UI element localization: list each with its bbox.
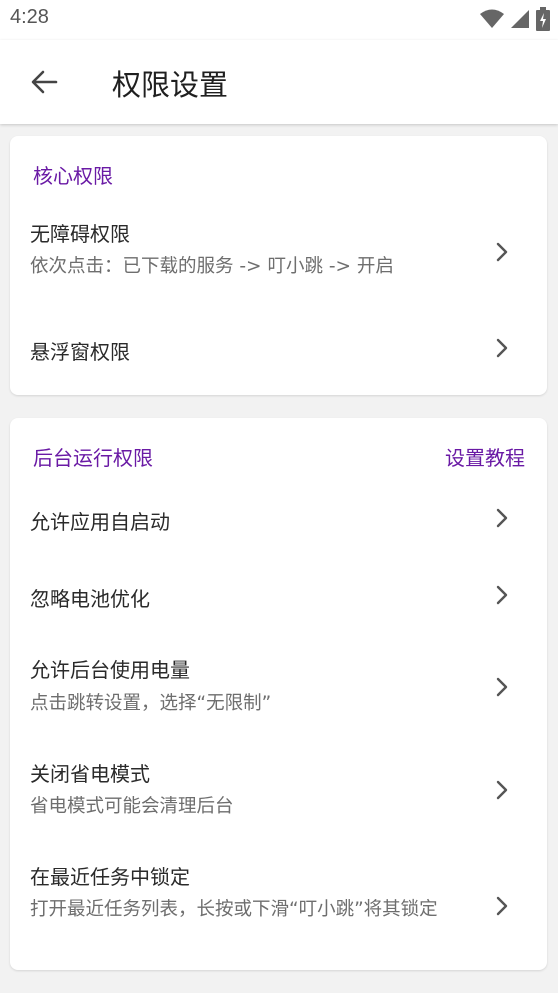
wifi-icon — [480, 9, 504, 28]
row-subtitle: 打开最近任务列表，长按或下滑“叮小跳”将其锁定 — [30, 899, 438, 920]
row-subtitle: 依次点击：已下载的服务 -> 叮小跳 -> 开启 — [30, 256, 394, 277]
arrow-left-icon — [31, 70, 58, 94]
row-title: 无障碍权限 — [30, 222, 130, 246]
row-title: 允许应用自启动 — [30, 510, 170, 534]
section-title-background: 后台运行权限 — [33, 446, 153, 470]
chevron-right-icon — [496, 677, 508, 697]
chevron-right-icon — [496, 896, 508, 916]
back-button[interactable] — [22, 60, 66, 104]
row-title: 关闭省电模式 — [30, 762, 150, 786]
auto-start-row[interactable]: 允许应用自启动 — [10, 488, 547, 550]
lock-recent-tasks-row[interactable]: 在最近任务中锁定 打开最近任务列表，长按或下滑“叮小跳”将其锁定 — [10, 856, 547, 960]
overlay-permission-row[interactable]: 悬浮窗权限 — [10, 316, 547, 380]
signal-icon — [511, 10, 529, 28]
chevron-right-icon — [496, 508, 508, 528]
core-permissions-card: 核心权限 无障碍权限 依次点击：已下载的服务 -> 叮小跳 -> 开启 悬浮窗权… — [10, 136, 547, 395]
page-title: 权限设置 — [112, 68, 229, 102]
app-bar: 权限设置 — [0, 40, 558, 124]
battery-icon — [536, 7, 550, 31]
status-time: 4:28 — [10, 6, 49, 28]
chevron-right-icon — [496, 780, 508, 800]
status-bar: 4:28 — [0, 0, 558, 40]
chevron-right-icon — [496, 338, 508, 358]
row-title: 允许后台使用电量 — [30, 658, 190, 682]
chevron-right-icon — [496, 242, 508, 262]
row-subtitle: 点击跳转设置，选择“无限制” — [30, 693, 272, 714]
row-subtitle: 省电模式可能会清理后台 — [30, 796, 234, 817]
row-title: 悬浮窗权限 — [30, 340, 130, 364]
battery-optimization-row[interactable]: 忽略电池优化 — [10, 565, 547, 627]
tutorial-link[interactable]: 设置教程 — [445, 442, 525, 471]
accessibility-permission-row[interactable]: 无障碍权限 依次点击：已下载的服务 -> 叮小跳 -> 开启 — [10, 210, 547, 298]
section-title-core: 核心权限 — [33, 164, 113, 188]
background-battery-row[interactable]: 允许后台使用电量 点击跳转设置，选择“无限制” — [10, 648, 547, 728]
row-title: 在最近任务中锁定 — [30, 865, 190, 889]
chevron-right-icon — [496, 585, 508, 605]
power-saving-row[interactable]: 关闭省电模式 省电模式可能会清理后台 — [10, 753, 547, 833]
row-title: 忽略电池优化 — [30, 587, 150, 611]
status-icons — [480, 7, 550, 31]
background-permissions-card: 后台运行权限 设置教程 允许应用自启动 忽略电池优化 允许后台使用电量 点击跳转… — [10, 418, 547, 970]
